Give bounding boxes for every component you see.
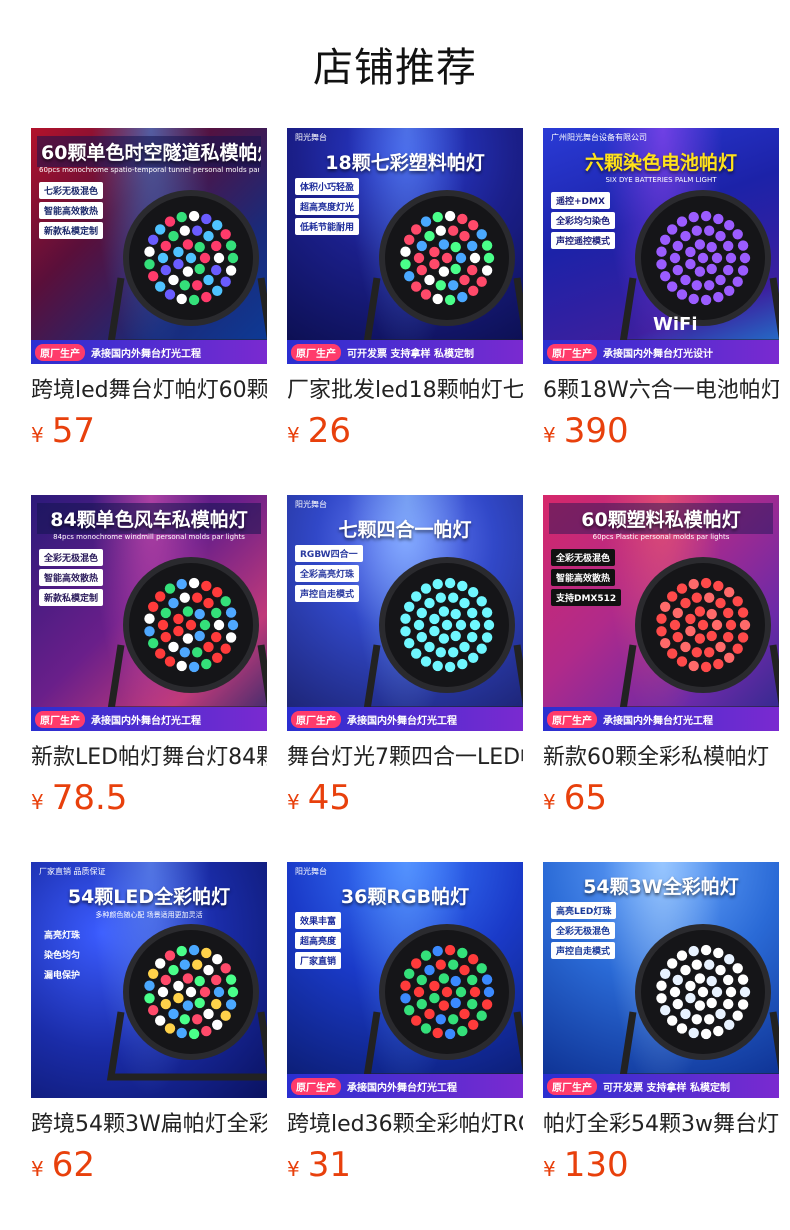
par-light-image	[618, 924, 779, 1081]
image-badge: 原厂生产	[35, 710, 85, 728]
product-card[interactable]: 厂家直销 品质保证 54颗LED全彩帕灯 多种颜色随心配 场景适用更加灵活 高亮灯珠染…	[31, 862, 267, 1186]
image-footer-bar: 原厂生产 可开发票 支持拿样 私模定制	[287, 340, 523, 364]
par-light-image	[362, 190, 523, 347]
image-footer-bar: 原厂生产 承接国内外舞台灯光工程	[287, 707, 523, 731]
price-value: 390	[563, 411, 629, 451]
image-badge: 原厂生产	[547, 1077, 597, 1095]
product-image[interactable]: 阳光舞台 七颗四合一帕灯 RGBW四合一 全彩高亮灯珠 声控自走模式 原厂生产 承接国内外…	[287, 495, 523, 731]
product-card[interactable]: 84颗单色风车私模帕灯 84pcs monochrome windmill per…	[31, 495, 267, 819]
price-value: 57	[51, 411, 95, 451]
product-title[interactable]: 跨境54颗3W扁帕灯全彩	[31, 1110, 267, 1140]
image-footer-bar: 原厂生产 承接国内外舞台灯光工程	[543, 707, 779, 731]
product-card[interactable]: 阳光舞台 七颗四合一帕灯 RGBW四合一 全彩高亮灯珠 声控自走模式 原厂生产 承接国内外…	[287, 495, 523, 819]
product-price: ¥ 65	[543, 777, 779, 819]
image-footer-text: 承接国内外舞台灯光工程	[91, 715, 201, 727]
product-image[interactable]: 84颗单色风车私模帕灯 84pcs monochrome windmill per…	[31, 495, 267, 731]
product-title[interactable]: 厂家批发led18颗帕灯七彩塑料帕灯	[287, 376, 523, 406]
product-card[interactable]: 60颗塑料私模帕灯 60pcs Plastic personal molds pa…	[543, 495, 779, 819]
product-price: ¥ 62	[31, 1144, 267, 1186]
par-light-image	[362, 924, 523, 1081]
product-card[interactable]: 广州阳光舞台设备有限公司 六颗染色电池帕灯 SIX DYE BATTERIES PA…	[543, 128, 779, 452]
image-badge: 原厂生产	[547, 343, 597, 361]
price-value: 31	[307, 1145, 351, 1185]
product-title[interactable]: 新款LED帕灯舞台灯84颗单色风车私模帕灯	[31, 743, 267, 773]
product-image[interactable]: 60颗塑料私模帕灯 60pcs Plastic personal molds pa…	[543, 495, 779, 731]
image-badge: 原厂生产	[35, 343, 85, 361]
image-footer-text: 承接国内外舞台灯光工程	[347, 1082, 457, 1094]
image-badge: 原厂生产	[291, 1077, 341, 1095]
price-value: 130	[563, 1145, 629, 1185]
product-title[interactable]: 跨境led36颗全彩帕灯RGB	[287, 1110, 523, 1140]
product-title[interactable]: 帕灯全彩54颗3w舞台灯	[543, 1110, 779, 1140]
image-footer-bar: 原厂生产 承接国内外舞台灯光工程	[31, 340, 267, 364]
product-price: ¥ 57	[31, 410, 267, 452]
product-image[interactable]: 阳光舞台 36颗RGB帕灯 效果丰富 超高亮度 厂家直销 原厂生产 承接国内外舞台灯光工程	[287, 862, 523, 1098]
product-image[interactable]: 阳光舞台 18颗七彩塑料帕灯 体积小巧轻盈 超高亮度灯光 低耗节能耐用 原厂生产 可开发票…	[287, 128, 523, 364]
product-price: ¥ 78.5	[31, 777, 267, 819]
image-footer-bar: 原厂生产 承接国内外舞台灯光设计	[543, 340, 779, 364]
product-title[interactable]: 6颗18W六合一电池帕灯	[543, 376, 779, 406]
product-card[interactable]: 60颗单色时空隧道私模帕灯 60pcs monochrome spatio-tem…	[31, 128, 267, 452]
product-title[interactable]: 新款60颗全彩私模帕灯	[543, 743, 779, 773]
image-badge: 原厂生产	[291, 343, 341, 361]
image-footer-text: 承接国内外舞台灯光工程	[603, 715, 713, 727]
price-value: 62	[51, 1145, 95, 1185]
product-card[interactable]: 阳光舞台 18颗七彩塑料帕灯 体积小巧轻盈 超高亮度灯光 低耗节能耐用 原厂生产 可开发票…	[287, 128, 523, 452]
product-title[interactable]: 跨境led舞台灯帕灯60颗单色时空隧道私模帕灯	[31, 376, 267, 406]
currency-symbol: ¥	[287, 790, 300, 814]
currency-symbol: ¥	[31, 1157, 44, 1181]
product-price: ¥ 45	[287, 777, 523, 819]
par-light-image	[362, 557, 523, 714]
currency-symbol: ¥	[543, 423, 556, 447]
product-price: ¥ 130	[543, 1144, 779, 1186]
product-price: ¥ 390	[543, 410, 779, 452]
currency-symbol: ¥	[31, 423, 44, 447]
price-value: 65	[563, 778, 607, 818]
product-price: ¥ 26	[287, 410, 523, 452]
image-footer-text: 可开发票 支持拿样 私模定制	[347, 348, 474, 360]
par-light-image	[106, 924, 267, 1081]
currency-symbol: ¥	[543, 790, 556, 814]
product-image[interactable]: 厂家直销 品质保证 54颗LED全彩帕灯 多种颜色随心配 场景适用更加灵活 高亮灯珠染…	[31, 862, 267, 1098]
image-footer-text: 承接国内外舞台灯光工程	[91, 348, 201, 360]
product-title[interactable]: 舞台灯光7颗四合一LED帕灯	[287, 743, 523, 773]
image-badge: 原厂生产	[547, 710, 597, 728]
par-light-image	[106, 190, 267, 347]
price-value: 45	[307, 778, 351, 818]
section-title: 店铺推荐	[313, 45, 477, 91]
par-light-image	[618, 557, 779, 714]
image-footer-bar: 原厂生产 承接国内外舞台灯光工程	[31, 707, 267, 731]
product-card[interactable]: 阳光舞台 36颗RGB帕灯 效果丰富 超高亮度 厂家直销 原厂生产 承接国内外舞台灯光工程…	[287, 862, 523, 1186]
image-badge: 原厂生产	[291, 710, 341, 728]
currency-symbol: ¥	[287, 1157, 300, 1181]
product-image[interactable]: 广州阳光舞台设备有限公司 六颗染色电池帕灯 SIX DYE BATTERIES PA…	[543, 128, 779, 364]
image-footer-bar: 原厂生产 可开发票 支持拿样 私模定制	[543, 1074, 779, 1098]
image-footer-text: 可开发票 支持拿样 私模定制	[603, 1082, 730, 1094]
product-card[interactable]: 54颗3W全彩帕灯 高亮LED灯珠 全彩无极混色 声控自走模式 原厂生产 可开发票 支持…	[543, 862, 779, 1186]
par-light-image	[106, 557, 267, 714]
price-value: 26	[307, 411, 351, 451]
recommend-page: 店铺推荐 60颗单色时空隧道私模帕灯 60pcs monochrome spati…	[0, 0, 790, 1185]
price-value: 78.5	[51, 778, 128, 818]
image-footer-bar: 原厂生产 承接国内外舞台灯光工程	[287, 1074, 523, 1098]
section-header: 店铺推荐	[0, 0, 790, 128]
product-image[interactable]: 54颗3W全彩帕灯 高亮LED灯珠 全彩无极混色 声控自走模式 原厂生产 可开发票 支持…	[543, 862, 779, 1098]
image-footer-text: 承接国内外舞台灯光工程	[347, 715, 457, 727]
currency-symbol: ¥	[31, 790, 44, 814]
currency-symbol: ¥	[543, 1157, 556, 1181]
product-image[interactable]: 60颗单色时空隧道私模帕灯 60pcs monochrome spatio-tem…	[31, 128, 267, 364]
currency-symbol: ¥	[287, 423, 300, 447]
image-footer-text: 承接国内外舞台灯光设计	[603, 348, 713, 360]
image-wifi-label: WiFi	[653, 314, 698, 335]
product-price: ¥ 31	[287, 1144, 523, 1186]
